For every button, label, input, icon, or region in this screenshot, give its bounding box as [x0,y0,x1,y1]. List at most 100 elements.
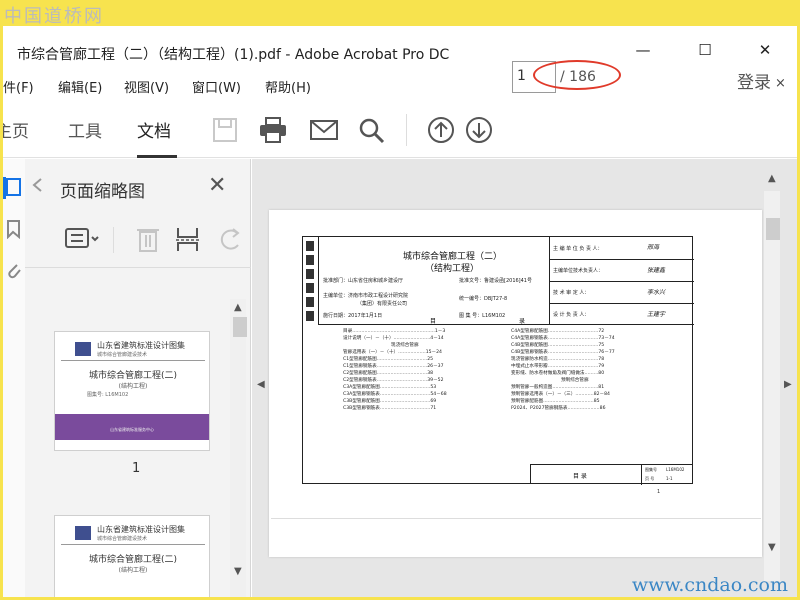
toc-row: C1型管廊配筋图……………………………25 [343,357,434,362]
footer-grid: 图集号 L16M102 页 号 1-1 [641,465,694,485]
tab-document[interactable]: 文档 [137,117,171,142]
thumb-band-text: 山东省建筑标准服务中心 [110,427,154,432]
close-panel-button[interactable]: ✕ [208,173,226,198]
left-rail [3,159,25,597]
thumbnails-panel: 页面缩略图 ✕ 山东省建筑标准设计图集 城市综合管廊建设技术 城市综合管廊工程(… [25,159,251,597]
panel-scrollbar-thumb[interactable] [233,317,247,337]
page-thumbnail-1[interactable]: 山东省建筑标准设计图集 城市综合管廊建设技术 城市综合管廊工程(二) (结构工程… [54,331,210,451]
effective-date: 施行日期：2017年1月1日 [323,313,383,319]
footer-page-value: 1-1 [666,476,673,481]
print-icon[interactable] [258,116,288,144]
sidebar-stamps [303,237,319,325]
signature: 王建宇 [647,311,666,318]
active-tab-indicator [137,155,177,158]
toc-row: C4A型管廊钢筋表……………………………73－74 [511,336,615,341]
panel-scrollbar[interactable] [230,299,246,597]
menu-help[interactable]: 帮助(H) [265,77,311,96]
thumb-head1: 山东省建筑标准设计图集 [97,525,185,534]
bookmark-icon[interactable] [5,219,23,239]
next-page-arrow-icon[interactable]: ▶ [784,379,792,390]
toc-row: C3A型管廊配筋图……………………………53 [343,385,437,390]
save-icon[interactable] [210,116,240,144]
signature: 邢海 [647,244,660,251]
thumb-head1: 山东省建筑标准设计图集 [97,341,185,350]
attachment-icon[interactable] [5,261,23,281]
unified-no: 统一编号：DBJT27-8 [459,296,508,302]
panel-toolbar [25,219,251,259]
toc-row: 管廊选用表（一）－（十）………………15－24 [343,350,442,355]
page-down-icon[interactable] [464,116,494,144]
mail-icon[interactable] [309,116,339,144]
signature: 张建鑫 [647,267,666,274]
menu-window[interactable]: 窗口(W) [192,77,241,96]
signer-label: 主 编 单 位 负 责 人： [553,246,603,252]
search-icon[interactable] [357,116,387,144]
maximize-button[interactable]: ☐ [693,40,717,60]
approval-dept: 批准部门：山东省住房和城乡建设厅 [323,278,404,284]
toc-row: C4B型管廊钢筋表……………………………76－77 [511,350,615,355]
minimize-button[interactable]: — [631,40,655,60]
toc-row: C4A型管廊配筋图……………………………72 [511,329,605,334]
delete-page-icon[interactable] [136,225,160,253]
signer-label: 技 术 审 定 人： [553,290,590,296]
menu-view[interactable]: 视图(V) [124,77,169,96]
toc-heading-right: 录 [519,318,526,325]
crop-page-icon[interactable] [175,225,201,253]
editor-unit: 主编单位：济南市市政工程设计研究院 [323,293,409,299]
atlas-no: 图 集 号：L16M102 [459,313,506,319]
acrobat-window: 市综合管廊工程（二）（结构工程）(1).pdf - Adobe Acrobat … [3,26,797,597]
doc-scroll-down-icon[interactable]: ▼ [768,542,776,553]
toc-row: C4B型管廊配筋图……………………………75 [511,343,605,348]
sign-rule [549,259,694,260]
toc-row: C2型管廊钢筋表……………………………39－52 [343,378,444,383]
toc-row: 中埋式止水带形瓣……………………………79 [511,364,605,369]
toolbar-separator [406,114,407,146]
thumbnail-options-icon[interactable] [65,227,101,251]
thumb-rule [61,544,205,545]
thumb-rule [61,360,205,361]
login-button[interactable]: 登录 [737,68,771,93]
toc-row: C1型管廊钢筋表……………………………26－37 [343,364,444,369]
page-thumbnails-icon[interactable] [5,177,23,197]
atlas-logo-icon [75,342,91,356]
page-gap-line [271,518,761,519]
sign-rule [549,303,694,304]
sign-rule [549,281,694,282]
toc-row: 目录………………………………………………1－3 [343,329,446,334]
document-scrollbar-thumb[interactable] [766,218,780,240]
page-number: 1 [657,489,661,495]
thumb-head2: 城市综合管廊建设技术 [97,352,148,358]
watermark-bottom: www.cndao.com [631,574,788,596]
panel-title: 页面缩略图 [60,182,145,202]
footer-page-label: 页 号 [645,476,655,481]
tab-home[interactable]: 主页 [3,117,29,142]
rotate-page-icon[interactable] [219,225,243,253]
close-window-button[interactable]: ✕ [753,40,777,60]
toc-row: 现浇管廊防水构造……………………………78 [511,357,605,362]
page-thumbnail-2[interactable]: 山东省建筑标准设计图集 城市综合管廊建设技术 城市综合管廊工程(二) (结构工程… [54,515,210,597]
signer-label: 主编单位技术负责人： [553,268,604,274]
menu-file[interactable]: 件(F) [3,77,34,96]
menu-edit[interactable]: 编辑(E) [58,77,102,96]
page-up-icon[interactable] [426,116,456,144]
collapse-panel-icon[interactable] [31,178,43,192]
watermark-top: 中国道桥网 [4,6,104,27]
window-title: 市综合管廊工程（二）（结构工程）(1).pdf - Adobe Acrobat … [17,47,450,63]
toc-row: C3B型管廊钢筋表……………………………71 [343,406,437,411]
footer-atlas-label: 图集号 [645,467,657,472]
scroll-up-icon[interactable]: ▲ [234,302,242,313]
previous-page-arrow-icon[interactable]: ◀ [257,379,265,390]
thumb-subtitle: (结构工程) [118,567,148,574]
close-document-button[interactable]: × [775,76,786,91]
page-footer-block: 目 录 图集号 L16M102 页 号 1-1 [530,464,694,485]
document-subtitle: （结构工程） [425,264,480,274]
toc-row: C2型管廊配筋图……………………………38 [343,371,434,376]
doc-scroll-up-icon[interactable]: ▲ [768,173,776,184]
panel-divider [25,267,251,268]
thumb-subtitle: (结构工程) [118,383,148,390]
scroll-down-icon[interactable]: ▼ [234,566,242,577]
toc-row: C3B型管廊配筋图……………………………69 [343,399,437,404]
tab-tools[interactable]: 工具 [68,117,102,142]
toc-row: 变形缝、防水卷材做角及阀门缝做法………80 [511,371,605,376]
document-scrollbar[interactable] [764,191,780,581]
